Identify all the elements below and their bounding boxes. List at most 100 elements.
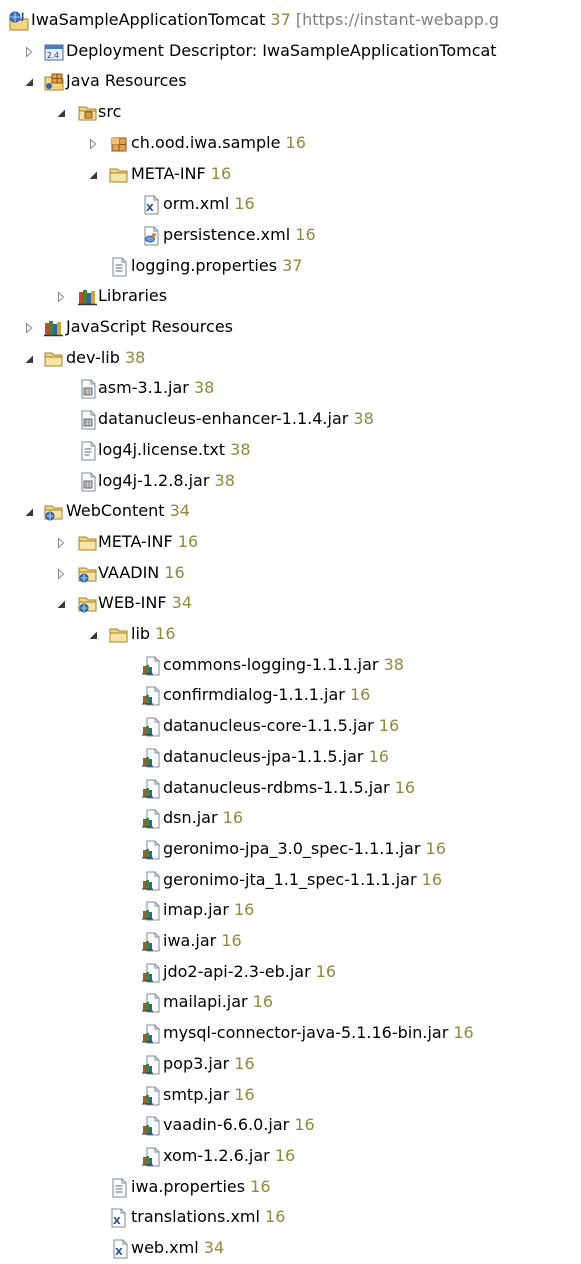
tree-item-label: logging.properties	[131, 255, 278, 275]
tree-item[interactable]: ch.ood.iwa.sample 16	[0, 129, 581, 159]
library-jar-icon	[140, 716, 162, 738]
tree-item-label-group: confirmdialog-1.1.1.jar 16	[163, 684, 370, 706]
revision-number: 16	[421, 869, 442, 889]
tree-item-label: JavaScript Resources	[66, 317, 233, 336]
tree-item[interactable]: vaadin-6.6.0.jar 16	[0, 1111, 581, 1141]
tree-item-label: smtp.jar	[163, 1084, 230, 1104]
collapsed-twisty-icon[interactable]	[86, 137, 100, 151]
tree-item-label: dev-lib	[66, 347, 120, 367]
tree-item-label-group: pop3.jar 16	[163, 1053, 255, 1075]
tree-item-label: persistence.xml	[163, 224, 291, 244]
expanded-twisty-icon[interactable]	[22, 505, 36, 519]
tree-item[interactable]: iwa.properties 16	[0, 1173, 581, 1203]
tree-item-label-group: persistence.xml 16	[163, 224, 316, 246]
expanded-twisty-icon[interactable]	[22, 75, 36, 89]
tree-item[interactable]: META-INF 16	[0, 528, 581, 558]
tree-item[interactable]: geronimo-jta_1.1_spec-1.1.1.jar 16	[0, 866, 581, 896]
libraries-icon	[77, 286, 99, 308]
tree-item-label: asm-3.1.jar	[98, 378, 189, 398]
library-jar-icon	[140, 655, 162, 677]
tree-item[interactable]: Libraries	[0, 282, 581, 312]
tree-item[interactable]: datanucleus-jpa-1.1.5.jar 16	[0, 743, 581, 773]
collapsed-twisty-icon[interactable]	[22, 321, 36, 335]
tree-item[interactable]: geronimo-jpa_3.0_spec-1.1.1.jar 16	[0, 835, 581, 865]
collapsed-twisty-icon[interactable]	[54, 290, 68, 304]
tree-item-label-group: datanucleus-enhancer-1.1.4.jar 38	[98, 408, 374, 430]
tree-item[interactable]: iwa.jar 16	[0, 927, 581, 957]
tree-item-label: geronimo-jta_1.1_spec-1.1.1.jar	[163, 869, 417, 889]
tree-item[interactable]: Java Resources	[0, 67, 581, 97]
tree-item[interactable]: logging.properties 37	[0, 252, 581, 282]
revision-number: 34	[203, 1238, 225, 1257]
collapsed-twisty-icon[interactable]	[22, 45, 36, 59]
package-icon	[108, 133, 130, 155]
revision-number: 16	[155, 624, 176, 643]
tree-item[interactable]: Xorm.xml 16	[0, 190, 581, 220]
expanded-twisty-icon[interactable]	[22, 352, 36, 366]
tree-item-label: confirmdialog-1.1.1.jar	[163, 685, 345, 705]
expanded-twisty-icon[interactable]	[86, 168, 100, 182]
folder-icon	[108, 164, 130, 186]
tree-item[interactable]: dev-lib 38	[0, 344, 581, 374]
expanded-twisty-icon[interactable]	[86, 628, 100, 642]
collapsed-twisty-icon[interactable]	[54, 567, 68, 581]
collapsed-twisty-icon[interactable]	[54, 536, 68, 550]
tree-item[interactable]: datanucleus-rdbms-1.1.5.jar 16	[0, 774, 581, 804]
tree-item[interactable]: xom-1.2.6.jar 16	[0, 1142, 581, 1172]
tree-item[interactable]: mailapi.jar 16	[0, 988, 581, 1018]
tree-item-label-group: WEB-INF 34	[98, 592, 192, 614]
tree-item-label-group: VAADIN 16	[98, 562, 185, 584]
tree-item[interactable]: smtp.jar 16	[0, 1081, 581, 1111]
revision-number: 38	[193, 378, 215, 398]
library-jar-icon	[140, 962, 162, 984]
tree-item-label-group: commons-logging-1.1.1.jar 38	[163, 654, 404, 676]
tree-item-label: jdo2-api-2.3-eb.jar	[163, 961, 311, 981]
tree-item[interactable]: pop3.jar 16	[0, 1050, 581, 1080]
tree-item-label: WEB-INF	[98, 593, 167, 613]
tree-item[interactable]: commons-logging-1.1.1.jar 38	[0, 651, 581, 681]
tree-item[interactable]: jdo2-api-2.3-eb.jar 16	[0, 958, 581, 988]
tree-item[interactable]: VAADIN 16	[0, 559, 581, 589]
revision-number: 16	[453, 1023, 474, 1043]
tree-item[interactable]: Xweb.xml 34	[0, 1234, 581, 1264]
tree-item[interactable]: mysql-connector-java-5.1.16-bin.jar 16	[0, 1019, 581, 1049]
tree-item[interactable]: log4j-1.2.8.jar 38	[0, 467, 581, 497]
tree-item-label-group: iwa.jar 16	[163, 930, 242, 952]
text-file-icon	[77, 440, 99, 462]
tree-item[interactable]: src	[0, 98, 581, 128]
library-jar-icon	[140, 1115, 162, 1137]
tree-item[interactable]: asm-3.1.jar 38	[0, 374, 581, 404]
tree-item-label-group: translations.xml 16	[131, 1206, 285, 1228]
revision-number: 16	[164, 562, 185, 582]
tree-item[interactable]: WEB-INF 34	[0, 589, 581, 619]
tree-item[interactable]: datanucleus-enhancer-1.1.4.jar 38	[0, 405, 581, 435]
tree-item[interactable]: confirmdialog-1.1.1.jar 16	[0, 681, 581, 711]
tree-item[interactable]: Xtranslations.xml 16	[0, 1203, 581, 1233]
tree-item-label-group: jdo2-api-2.3-eb.jar 16	[163, 961, 336, 983]
tree-item-label: src	[98, 102, 122, 122]
tree-item[interactable]: persistence.xml 16	[0, 221, 581, 251]
tree-item-label-group: src	[98, 101, 121, 123]
tree-item[interactable]: imap.jar 16	[0, 896, 581, 926]
tree-item-label-group: dev-lib 38	[66, 347, 145, 369]
tree-item[interactable]: J IwaSampleApplicationTomcat 37 [https://…	[0, 6, 581, 36]
jar-file-icon	[77, 409, 99, 431]
tree-item[interactable]: lib 16	[0, 620, 581, 650]
tree-item-label: dsn.jar	[163, 808, 218, 828]
tree-item-label-group: datanucleus-core-1.1.5.jar 16	[163, 715, 399, 737]
tree-item[interactable]: datanucleus-core-1.1.5.jar 16	[0, 712, 581, 742]
revision-number: 34	[169, 501, 190, 521]
tree-item[interactable]: WebContent 34	[0, 497, 581, 527]
tree-item[interactable]: 2.4 Deployment Descriptor: IwaSampleAppli…	[0, 37, 581, 67]
expanded-twisty-icon[interactable]	[54, 597, 68, 611]
tree-item[interactable]: JavaScript Resources	[0, 313, 581, 343]
tree-item-label-group: imap.jar 16	[163, 899, 254, 921]
tree-item[interactable]: META-INF 16	[0, 160, 581, 190]
revision-number: 16	[349, 685, 371, 705]
tree-item-label: Libraries	[98, 286, 168, 306]
revision-number: 38	[383, 654, 404, 674]
tree-item[interactable]: log4j.license.txt 38	[0, 436, 581, 466]
expanded-twisty-icon[interactable]	[54, 106, 68, 120]
tree-item[interactable]: dsn.jar 16	[0, 804, 581, 834]
tree-item-label: META-INF	[98, 531, 173, 551]
